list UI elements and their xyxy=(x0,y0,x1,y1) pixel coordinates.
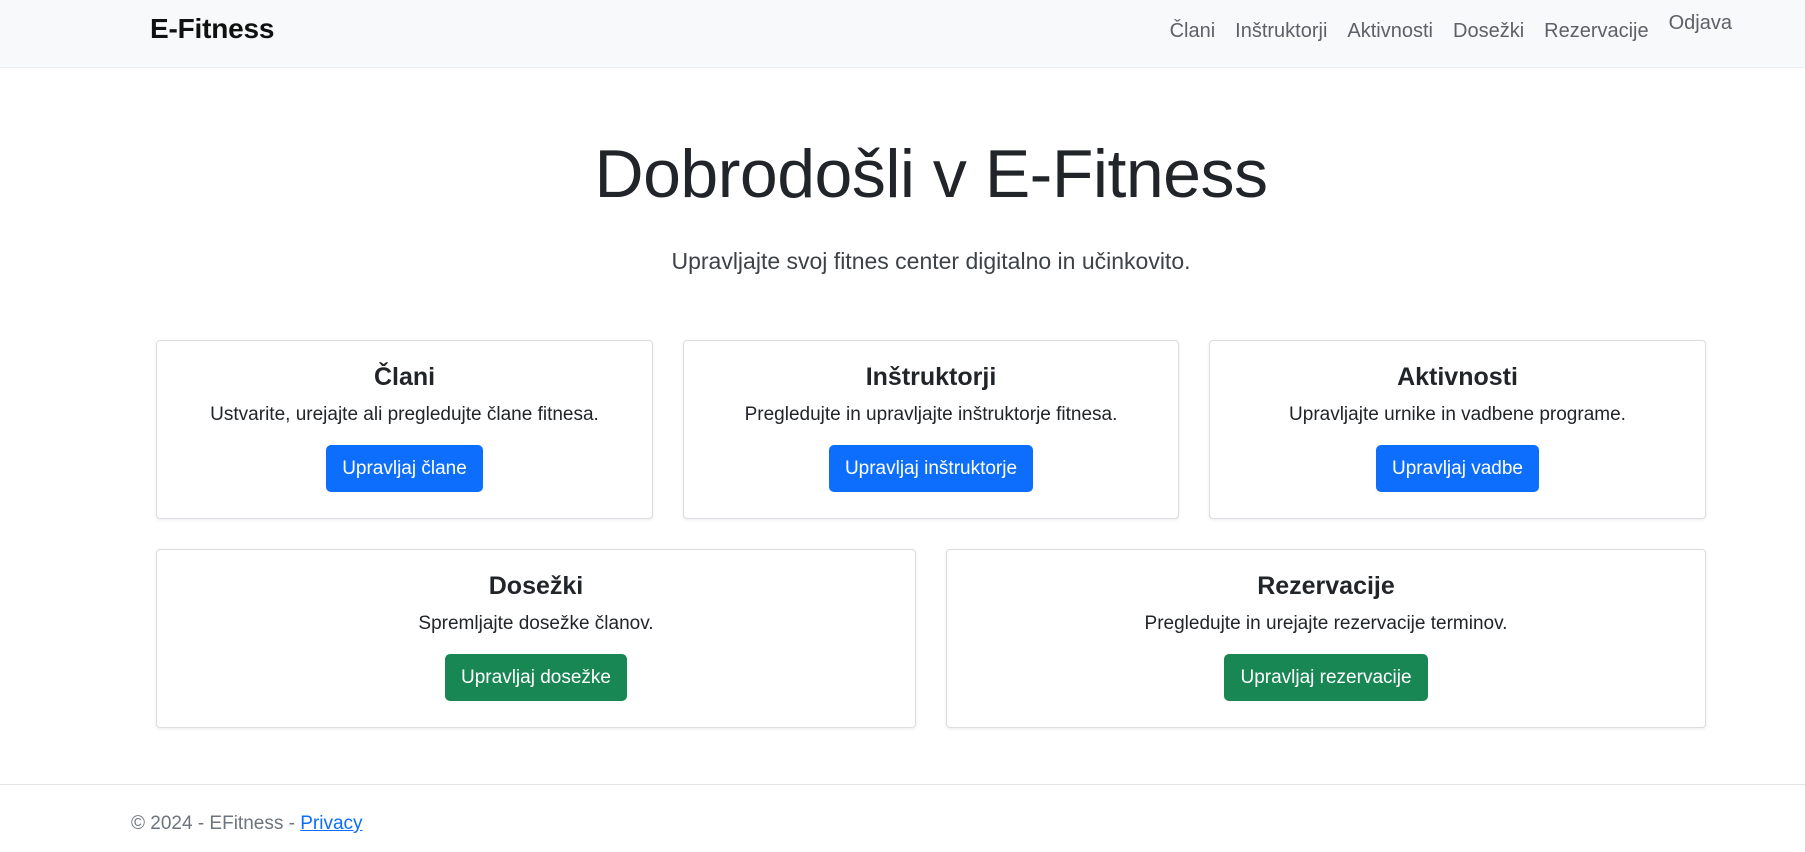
nav-link-rezervacije[interactable]: Rezervacije xyxy=(1534,18,1658,44)
card-title: Dosežki xyxy=(488,572,584,600)
privacy-link[interactable]: Privacy xyxy=(300,813,362,834)
card-title: Inštruktorji xyxy=(865,363,997,391)
manage-activities-button[interactable]: Upravljaj vadbe xyxy=(1376,445,1539,492)
card-text: Pregledujte in upravljajte inštruktorje … xyxy=(744,404,1118,425)
navbar: E-Fitness Člani Inštruktorji Aktivnosti … xyxy=(0,0,1805,68)
nav-link-clani[interactable]: Člani xyxy=(1160,18,1226,44)
card-title: Aktivnosti xyxy=(1397,363,1518,391)
manage-instructors-button[interactable]: Upravljaj inštruktorje xyxy=(828,445,1034,492)
manage-achievements-button[interactable]: Upravljaj dosežke xyxy=(445,654,627,701)
card-title: Rezervacije xyxy=(1257,572,1395,600)
card-dosezki: Dosežki Spremljajte dosežke članov. Upra… xyxy=(156,549,916,728)
card-clani: Člani Ustvarite, urejajte ali pregledujt… xyxy=(156,340,653,519)
card-rezervacije: Rezervacije Pregledujte in urejajte reze… xyxy=(946,549,1706,728)
card-instruktorji: Inštruktorji Pregledujte in upravljajte … xyxy=(683,340,1179,519)
nav-links: Člani Inštruktorji Aktivnosti Dosežki Re… xyxy=(1160,12,1732,44)
card-aktivnosti: Aktivnosti Upravljajte urnike in vadbene… xyxy=(1209,340,1706,519)
footer-text: © 2024 - EFitness - Privacy xyxy=(131,813,363,835)
page-title: Dobrodošli v E-Fitness xyxy=(594,136,1268,212)
manage-reservations-button[interactable]: Upravljaj rezervacije xyxy=(1224,654,1428,701)
copyright-text: © 2024 - EFitness - xyxy=(131,813,301,834)
nav-link-aktivnosti[interactable]: Aktivnosti xyxy=(1337,18,1443,44)
card-text: Upravljajte urnike in vadbene programe. xyxy=(1289,404,1626,425)
nav-link-instruktorji[interactable]: Inštruktorji xyxy=(1225,18,1337,44)
card-text: Ustvarite, urejajte ali pregledujte član… xyxy=(210,404,599,425)
manage-members-button[interactable]: Upravljaj člane xyxy=(326,445,483,492)
card-text: Spremljajte dosežke članov. xyxy=(418,613,654,634)
logout-button[interactable]: Odjava xyxy=(1659,10,1732,36)
card-text: Pregledujte in urejajte rezervacije term… xyxy=(1144,613,1508,634)
card-title: Člani xyxy=(373,363,436,391)
page-subtitle: Upravljajte svoj fitnes center digitalno… xyxy=(671,248,1191,274)
brand-logo[interactable]: E-Fitness xyxy=(150,13,274,45)
footer: © 2024 - EFitness - Privacy xyxy=(0,784,1805,852)
nav-link-dosezki[interactable]: Dosežki xyxy=(1443,18,1534,44)
